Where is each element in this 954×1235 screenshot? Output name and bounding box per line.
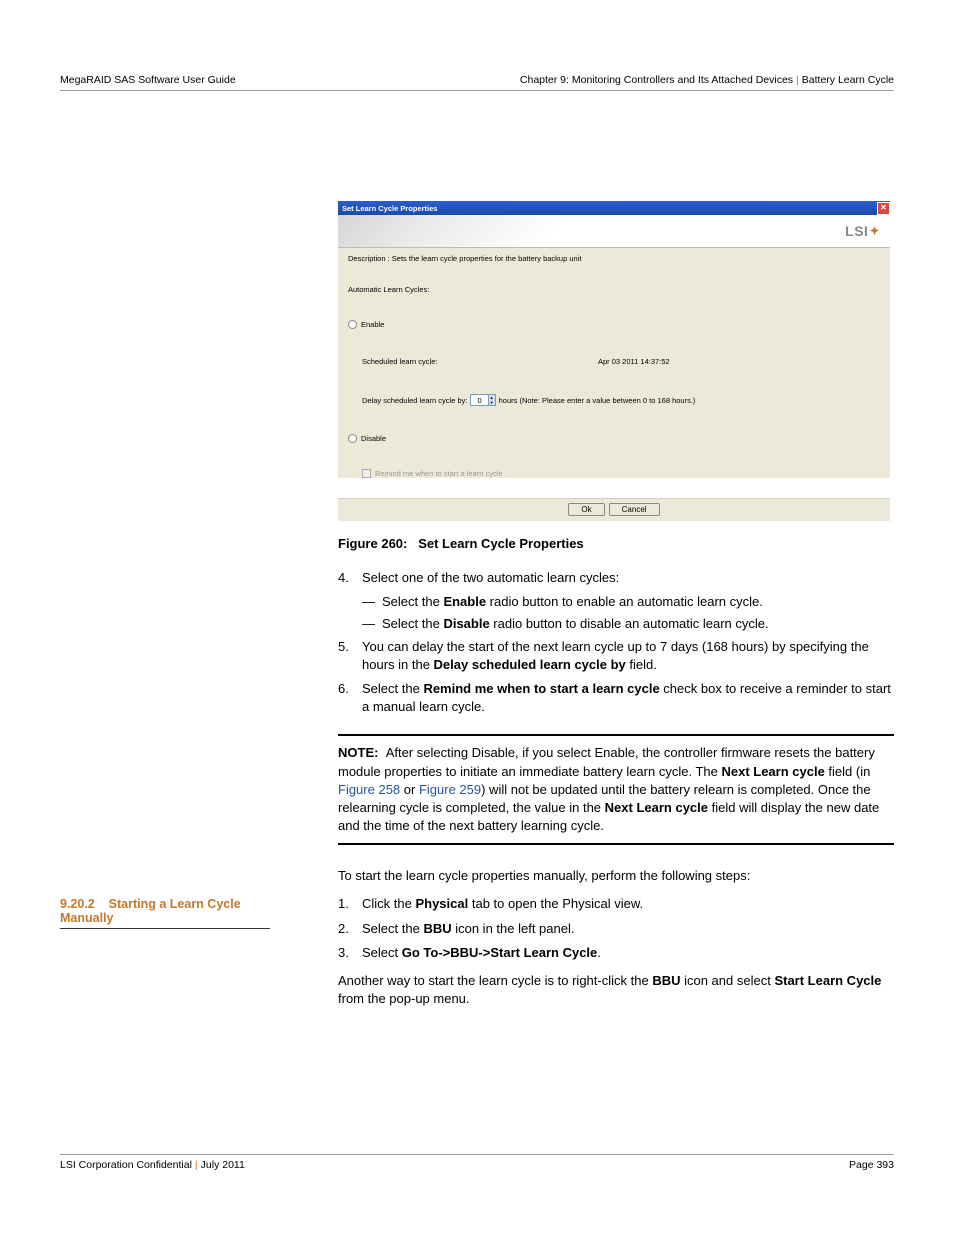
delay-label: Delay scheduled learn cycle by: bbox=[362, 396, 467, 405]
ok-button[interactable]: Ok bbox=[568, 503, 604, 516]
steps-block: 4. Select one of the two automatic learn… bbox=[338, 569, 894, 716]
figure-number: Figure 260: bbox=[338, 536, 407, 551]
scheduled-value: Apr 03 2011 14:37:52 bbox=[598, 357, 670, 366]
section2-intro: To start the learn cycle properties manu… bbox=[338, 867, 894, 1008]
dialog-titlebar: Set Learn Cycle Properties ✕ bbox=[338, 201, 890, 215]
link-figure-259[interactable]: Figure 259 bbox=[419, 782, 481, 797]
header-left: MegaRAID SAS Software User Guide bbox=[60, 74, 236, 86]
step-6: 6. Select the Remind me when to start a … bbox=[338, 680, 894, 716]
header-rule bbox=[60, 90, 894, 91]
s2-step-1: 1. Click the Physical tab to open the Ph… bbox=[338, 895, 894, 913]
s2-step-3: 3. Select Go To->BBU->Start Learn Cycle. bbox=[338, 944, 894, 962]
step-4a: — Select the Enable radio button to enab… bbox=[362, 593, 894, 611]
page-header: MegaRAID SAS Software User Guide Chapter… bbox=[0, 0, 954, 86]
disable-label: Disable bbox=[361, 434, 386, 443]
enable-label: Enable bbox=[361, 320, 384, 329]
disable-radio-row[interactable]: Disable bbox=[348, 434, 880, 443]
note-box: NOTE: After selecting Disable, if you se… bbox=[338, 734, 894, 845]
remind-label: Remind me when to start a learn cycle bbox=[375, 469, 503, 478]
note-label: NOTE: bbox=[338, 745, 378, 760]
step-4: 4. Select one of the two automatic learn… bbox=[338, 569, 894, 587]
section-number: 9.20.2 bbox=[60, 897, 95, 911]
spinner-arrows-icon[interactable]: ▲▼ bbox=[488, 395, 495, 405]
delay-suffix: hours (Note: Please enter a value betwee… bbox=[499, 396, 696, 405]
dialog-title: Set Learn Cycle Properties bbox=[342, 204, 437, 213]
figure-caption: Figure 260: Set Learn Cycle Properties bbox=[338, 536, 894, 551]
dialog-body: Description : Sets the learn cycle prope… bbox=[338, 247, 890, 478]
dialog-footer: Ok Cancel bbox=[338, 498, 890, 521]
cancel-button[interactable]: Cancel bbox=[609, 503, 660, 516]
step-4b: — Select the Disable radio button to dis… bbox=[362, 615, 894, 633]
footer-right: Page 393 bbox=[849, 1159, 894, 1171]
description-text: Description : Sets the learn cycle prope… bbox=[348, 254, 880, 263]
dialog-screenshot: Set Learn Cycle Properties ✕ LSI✦ Descri… bbox=[338, 201, 890, 521]
dialog-banner: LSI✦ bbox=[338, 215, 890, 247]
remind-row[interactable]: Remind me when to start a learn cycle bbox=[362, 469, 880, 478]
enable-radio[interactable] bbox=[348, 320, 357, 329]
scheduled-label: Scheduled learn cycle: bbox=[362, 357, 598, 366]
s2-step-2: 2. Select the BBU icon in the left panel… bbox=[338, 920, 894, 938]
delay-spinner[interactable]: 0 ▲▼ bbox=[470, 394, 495, 406]
step-5: 5. You can delay the start of the next l… bbox=[338, 638, 894, 674]
section-heading: 9.20.2 Starting a Learn Cycle Manually bbox=[60, 897, 270, 929]
page-footer: LSI Corporation Confidential|July 2011 P… bbox=[60, 1154, 894, 1171]
header-section: Battery Learn Cycle bbox=[802, 74, 894, 86]
delay-row: Delay scheduled learn cycle by: 0 ▲▼ hou… bbox=[362, 394, 880, 406]
lsi-logo: LSI✦ bbox=[845, 223, 880, 239]
link-figure-258[interactable]: Figure 258 bbox=[338, 782, 400, 797]
s2-alt-text: Another way to start the learn cycle is … bbox=[338, 972, 894, 1008]
remind-checkbox[interactable] bbox=[362, 469, 371, 478]
footer-left: LSI Corporation Confidential|July 2011 bbox=[60, 1159, 245, 1171]
header-chapter: Chapter 9: Monitoring Controllers and It… bbox=[520, 74, 793, 86]
scheduled-row: Scheduled learn cycle: Apr 03 2011 14:37… bbox=[362, 357, 880, 366]
enable-radio-row[interactable]: Enable bbox=[348, 320, 880, 329]
disable-radio[interactable] bbox=[348, 434, 357, 443]
auto-learn-label: Automatic Learn Cycles: bbox=[348, 285, 880, 294]
figure-title: Set Learn Cycle Properties bbox=[418, 536, 583, 551]
header-right: Chapter 9: Monitoring Controllers and It… bbox=[520, 74, 894, 86]
close-icon[interactable]: ✕ bbox=[877, 202, 890, 215]
delay-value: 0 bbox=[471, 396, 487, 405]
